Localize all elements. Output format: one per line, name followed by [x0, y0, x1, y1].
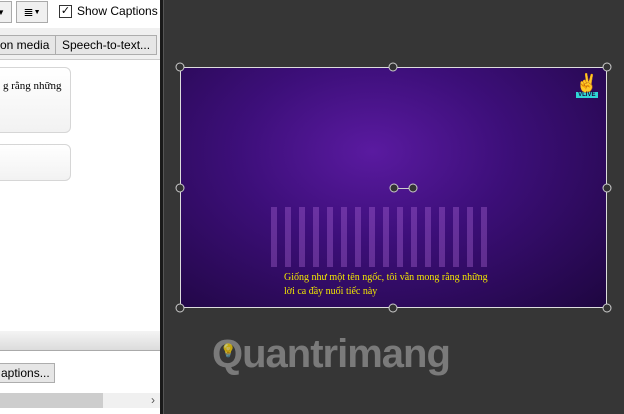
resize-handle-bl[interactable] [175, 303, 185, 313]
scrollbar-thumb[interactable] [0, 393, 103, 408]
resize-handle-b[interactable] [388, 303, 398, 313]
lightbulb-logo-icon: 💡 [220, 343, 236, 358]
speech-to-text-button[interactable]: Speech-to-text... [55, 35, 158, 55]
captions-button[interactable]: aptions... [0, 363, 55, 383]
watermark-text: Quantrimang [212, 332, 451, 376]
on-media-button[interactable]: on media [0, 35, 57, 55]
align-button[interactable]: ≣ ▼ [16, 1, 48, 23]
caption-panel: ▼ ≣ ▼ ✓ Show Captions on media Speech-to-… [0, 0, 160, 414]
caption-item[interactable]: g rằng những [0, 67, 71, 133]
show-captions-label: Show Captions [77, 4, 158, 18]
resize-handle-tl[interactable] [175, 62, 185, 72]
chevron-right-icon[interactable]: › [151, 393, 155, 407]
resize-handle-t[interactable] [388, 62, 398, 72]
chevron-down-icon: ▼ [0, 7, 5, 17]
rotate-handle[interactable] [408, 183, 418, 193]
stage-performers [271, 207, 491, 267]
v-hand-icon: ✌ [575, 73, 598, 93]
vlive-logo: ✌ VLIVE [575, 73, 598, 98]
align-icon: ≣ [23, 5, 34, 19]
chevron-down-icon: ▼ [33, 8, 41, 16]
resize-handle-tr[interactable] [602, 62, 612, 72]
checkbox-icon: ✓ [59, 4, 72, 18]
caption-item[interactable] [0, 144, 71, 181]
resize-handle-r[interactable] [602, 183, 612, 193]
resize-handle-br[interactable] [602, 303, 612, 313]
show-captions-checkbox[interactable]: ✓ Show Captions [59, 4, 158, 18]
dropdown-button[interactable]: ▼ [0, 1, 12, 23]
resize-handle-l[interactable] [175, 183, 185, 193]
caption-text: g rằng những [3, 80, 62, 92]
subtitle: Giống như một tên ngốc, tôi vẫn mong rằn… [284, 272, 488, 297]
watermark: Quantrimang 💡 [212, 330, 451, 378]
horizontal-scrollbar[interactable]: › [0, 393, 160, 408]
